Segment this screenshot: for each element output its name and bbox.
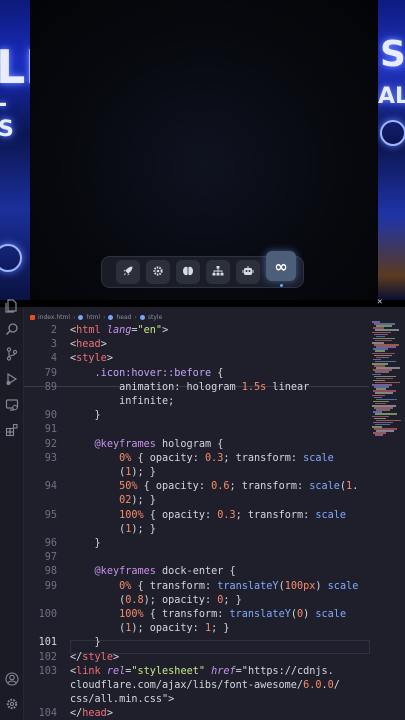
code-line[interactable]: } [70, 538, 101, 549]
line-number: 97 [44, 552, 57, 564]
close-icon[interactable]: ✕ [377, 297, 382, 307]
code-line[interactable]: <html lang="en"> [70, 325, 168, 336]
breadcrumb-separator: › [73, 313, 76, 321]
code-area[interactable]: 2 <html lang="en"> 3 <head> 4 <style> 79 .icon… [24, 322, 370, 720]
line-number: 99 [44, 580, 57, 592]
extensions-icon[interactable] [4, 423, 20, 439]
line-number: 100 [38, 609, 57, 620]
remote-explorer-icon[interactable] [4, 398, 20, 414]
dock-infinity-button[interactable]: ∞ [266, 251, 296, 287]
line-number: 90 [44, 410, 57, 422]
rocket-icon [122, 265, 134, 280]
line-number: 94 [44, 481, 57, 493]
line-number: 2 [50, 325, 57, 336]
line-number: 103 [38, 665, 57, 677]
dock-rocket-button[interactable] [116, 260, 140, 284]
dock-cog-button[interactable] [146, 260, 170, 284]
code-line[interactable]: (1); opacity: 1; } [70, 623, 229, 634]
element-icon [108, 314, 114, 320]
code-line[interactable]: 02); } [70, 495, 156, 506]
code-line[interactable]: (1); } [70, 467, 156, 478]
infinity-icon: ∞ [274, 256, 288, 276]
code-line[interactable]: 100% { opacity: 0.3; transform: scale [70, 510, 346, 521]
breadcrumb-item-html[interactable]: html [86, 314, 100, 321]
breadcrumb-separator: › [103, 313, 106, 321]
element-icon [78, 314, 84, 320]
code-line[interactable]: 0% { opacity: 0.3; transform: scale [70, 453, 334, 464]
code-line[interactable]: (1); } [70, 524, 156, 535]
cog-icon [152, 265, 164, 280]
background-text-left-1: LE [0, 40, 30, 94]
line-number: 91 [44, 424, 57, 436]
breadcrumb-separator: › [134, 313, 137, 321]
line-number: 96 [44, 538, 57, 549]
settings-gear-icon[interactable] [4, 697, 20, 713]
code-line[interactable]: 0% { transform: translateY(100px) scale [70, 581, 358, 592]
breadcrumb-item-head[interactable]: head [116, 314, 131, 321]
code-line[interactable]: 100% { transform: translateY(0) scale [70, 609, 346, 620]
line-number: 92 [44, 438, 57, 450]
dock-brain-button[interactable] [176, 260, 200, 284]
code-line[interactable]: 50% { opacity: 0.6; transform: scale(1. [70, 481, 358, 492]
line-number: 101 [38, 637, 57, 649]
dock-robot-button[interactable] [236, 260, 260, 284]
icon-dock: ∞ [101, 251, 304, 288]
background-right-panel: S ALL [378, 0, 405, 300]
minimap[interactable] [372, 321, 402, 441]
code-line[interactable]: (0.8); opacity: 0; } [70, 595, 242, 606]
background-ring-left [0, 244, 22, 272]
sitemap-icon [212, 265, 224, 280]
explorer-icon[interactable] [4, 299, 20, 315]
preview-canvas [30, 0, 378, 300]
background-text-right-1: S [380, 34, 405, 75]
breadcrumb-file[interactable]: index.html [38, 314, 70, 321]
account-icon[interactable] [4, 672, 20, 688]
line-number: 98 [44, 566, 57, 578]
code-line[interactable]: <style> [70, 353, 113, 364]
code-line[interactable]: <head> [70, 339, 107, 350]
element-icon [139, 314, 145, 320]
brain-icon [182, 265, 194, 280]
code-line[interactable]: </head> [70, 708, 113, 719]
background-left-panel: LE - S [0, 0, 30, 300]
code-line[interactable]: css/all.min.css"> [70, 694, 174, 705]
code-line[interactable]: infinite; [70, 396, 174, 407]
line-number: 89 [44, 381, 57, 393]
code-line[interactable]: @keyframes dock-enter { [70, 566, 236, 577]
breadcrumb-item-style[interactable]: style [148, 314, 162, 321]
activity-bar [0, 299, 24, 720]
source-control-icon[interactable] [4, 347, 20, 363]
background-ring-right [380, 120, 405, 146]
search-icon[interactable] [4, 322, 20, 338]
line-number: 102 [38, 651, 57, 663]
background-text-left-2: - S [0, 92, 14, 142]
code-line[interactable]: animation: hologram 1.5s linear [70, 382, 309, 393]
background-text-right-2: ALL [378, 84, 405, 109]
code-line[interactable]: } [70, 637, 101, 648]
html-file-icon [30, 314, 35, 320]
code-line[interactable]: <link rel="stylesheet" href="https://cdn… [70, 666, 334, 677]
code-editor: index.html › html › head › style 2 <html … [0, 299, 405, 720]
code-line[interactable]: </style> [70, 652, 119, 663]
line-number: 3 [50, 339, 57, 351]
line-number: 104 [38, 708, 57, 720]
code-line[interactable]: cloudflare.com/ajax/libs/font-awesome/6.… [70, 680, 340, 691]
robot-icon [242, 265, 254, 280]
code-line[interactable]: .icon:hover::before { [70, 368, 224, 379]
code-line[interactable]: } [70, 410, 101, 421]
line-number: 93 [44, 452, 57, 464]
active-indicator-dot [279, 284, 283, 287]
dock-sitemap-button[interactable] [206, 260, 230, 284]
line-number: 95 [44, 509, 57, 521]
minimap-line [375, 434, 383, 436]
run-debug-icon[interactable] [4, 372, 20, 388]
line-number: 4 [50, 353, 57, 365]
line-number: 79 [44, 367, 57, 379]
code-line[interactable]: @keyframes hologram { [70, 439, 224, 450]
